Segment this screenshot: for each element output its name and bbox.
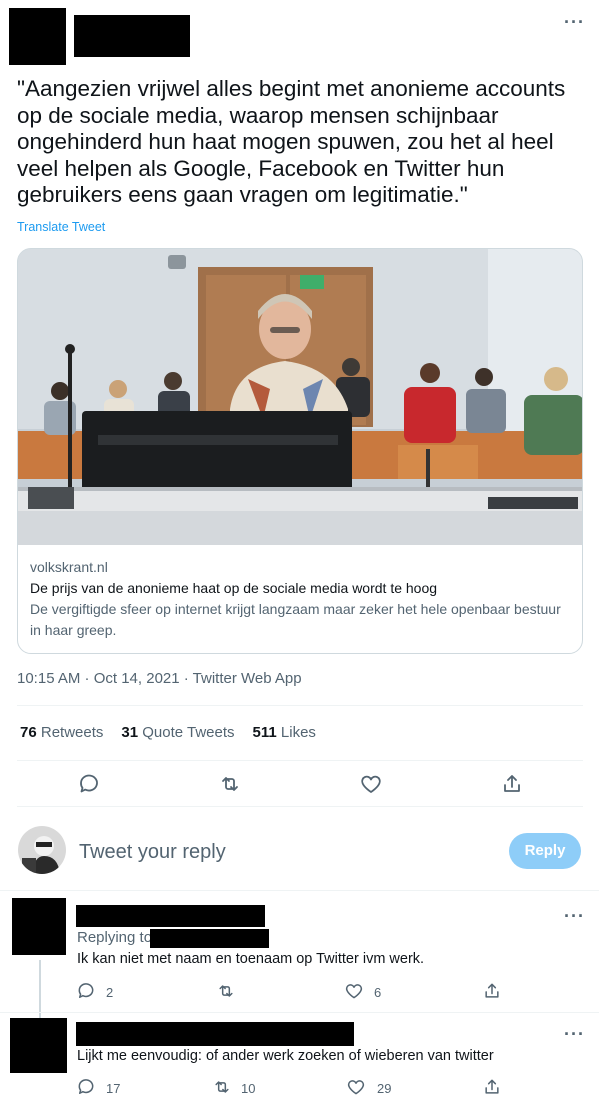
my-avatar[interactable] — [18, 826, 66, 874]
retweets-count: 76 — [20, 724, 37, 741]
reply-avatar[interactable] — [12, 898, 66, 955]
more-icon[interactable]: ··· — [564, 906, 585, 927]
tweet-timestamp[interactable]: 10:15 AM · Oct 14, 2021 · Twitter Web Ap… — [17, 670, 302, 687]
share-icon[interactable] — [482, 981, 502, 1001]
like-icon[interactable] — [359, 772, 383, 796]
reply-text: Ik kan niet met naam en toenaam op Twitt… — [77, 951, 425, 967]
retweet-count: 10 — [241, 1081, 256, 1096]
divider — [0, 890, 599, 891]
card-image — [18, 249, 582, 545]
like-icon[interactable] — [344, 981, 364, 1001]
reply-author-name[interactable] — [76, 905, 265, 927]
reply-author-name[interactable] — [76, 1022, 354, 1046]
reply-icon[interactable] — [76, 981, 96, 1001]
card-domain: volkskrant.nl — [30, 559, 108, 575]
reply-icon[interactable] — [76, 1077, 96, 1097]
replying-to-handle[interactable] — [150, 929, 269, 948]
thread-line — [39, 960, 41, 1020]
replying-to-label: Replying to — [77, 929, 153, 946]
card-image-photo — [18, 249, 582, 545]
quotes-label: Quote Tweets — [142, 724, 235, 741]
reply-button[interactable]: Reply — [509, 833, 581, 869]
author-avatar[interactable] — [9, 8, 66, 65]
likes-stat[interactable]: 511 Likes — [253, 724, 316, 741]
reply-count: 2 — [106, 985, 114, 1000]
author-name[interactable] — [74, 15, 190, 57]
more-icon[interactable]: ··· — [564, 1024, 585, 1045]
tweet-text: "Aangezien vrijwel alles begint met anon… — [17, 76, 566, 207]
like-count: 6 — [374, 985, 382, 1000]
link-card[interactable]: volkskrant.nl De prijs van de anonieme h… — [17, 248, 583, 654]
share-icon[interactable] — [500, 772, 524, 796]
divider — [0, 1012, 599, 1013]
card-body: volkskrant.nl De prijs van de anonieme h… — [30, 557, 570, 641]
likes-count: 511 — [252, 724, 277, 741]
card-description: De vergiftigde sfeer op internet krijgt … — [30, 601, 561, 638]
retweet-icon[interactable] — [218, 772, 242, 796]
retweets-stat[interactable]: 76 Retweets — [20, 724, 103, 741]
quotes-count: 31 — [121, 724, 139, 741]
retweet-icon[interactable] — [216, 981, 236, 1001]
retweets-label: Retweets — [40, 724, 104, 741]
share-icon[interactable] — [482, 1077, 502, 1097]
card-title: De prijs van de anonieme haat op de soci… — [30, 580, 438, 596]
likes-label: Likes — [280, 724, 316, 741]
retweet-icon[interactable] — [212, 1077, 232, 1097]
tweet-stats: 76 Retweets 31 Quote Tweets 511 Likes — [20, 724, 316, 741]
reply-input[interactable]: Tweet your reply — [79, 841, 226, 864]
reply-icon[interactable] — [77, 772, 101, 796]
translate-link[interactable]: Translate Tweet — [17, 220, 105, 234]
reply-avatar[interactable] — [10, 1018, 67, 1073]
more-icon[interactable]: ··· — [564, 12, 585, 33]
reply-count: 17 — [106, 1081, 121, 1096]
divider — [17, 806, 583, 807]
like-count: 29 — [377, 1081, 392, 1096]
like-icon[interactable] — [346, 1077, 366, 1097]
divider — [17, 760, 583, 761]
quotes-stat[interactable]: 31 Quote Tweets — [121, 724, 234, 741]
reply-text: Lijkt me eenvoudig: of ander werk zoeken… — [77, 1048, 494, 1064]
divider — [17, 705, 583, 706]
